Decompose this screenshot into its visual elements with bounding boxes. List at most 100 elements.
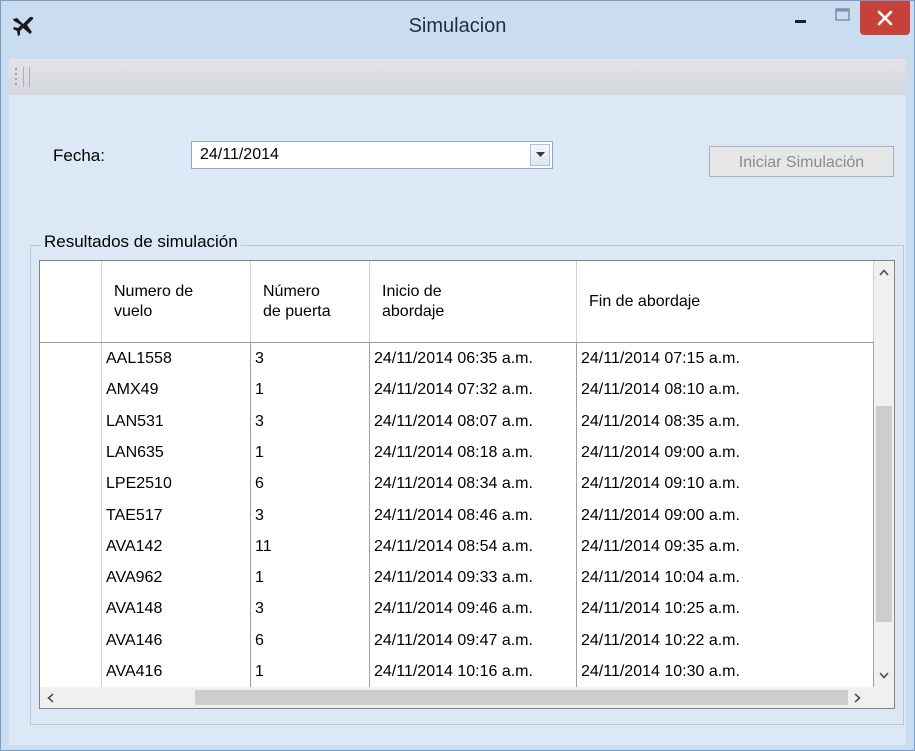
cell-numero-vuelo[interactable]: AVA142 bbox=[102, 530, 251, 564]
table-row[interactable]: AVA416 1 24/11/2014 10:16 a.m. 24/11/2014 1… bbox=[40, 656, 874, 689]
row-header[interactable] bbox=[40, 343, 102, 376]
cell-numero-vuelo[interactable]: AVA416 bbox=[102, 656, 251, 689]
cell-fin-abordaje[interactable]: 24/11/2014 09:00 a.m. bbox=[577, 499, 874, 533]
cell-inicio-abordaje[interactable]: 24/11/2014 06:35 a.m. bbox=[370, 343, 577, 376]
cell-inicio-abordaje[interactable]: 24/11/2014 09:47 a.m. bbox=[370, 624, 577, 658]
cell-fin-abordaje[interactable]: 24/11/2014 09:10 a.m. bbox=[577, 468, 874, 502]
row-header[interactable] bbox=[40, 405, 102, 439]
scroll-down-icon[interactable] bbox=[879, 672, 889, 679]
cell-fin-abordaje[interactable]: 24/11/2014 10:22 a.m. bbox=[577, 624, 874, 658]
cell-fin-abordaje[interactable]: 24/11/2014 09:00 a.m. bbox=[577, 436, 874, 470]
table-row[interactable]: AVA142 11 24/11/2014 08:54 a.m. 24/11/2014 … bbox=[40, 530, 874, 564]
horizontal-scrollbar[interactable] bbox=[40, 687, 874, 708]
column-header-fin-abordaje[interactable]: Fin de abordaje bbox=[577, 261, 874, 342]
cell-numero-vuelo[interactable]: AVA146 bbox=[102, 624, 251, 658]
cell-numero-puerta[interactable]: 1 bbox=[251, 656, 370, 689]
row-header[interactable] bbox=[40, 436, 102, 470]
cell-numero-puerta[interactable]: 6 bbox=[251, 468, 370, 502]
cell-fin-abordaje[interactable]: 24/11/2014 08:10 a.m. bbox=[577, 374, 874, 408]
row-header[interactable] bbox=[40, 562, 102, 596]
cell-numero-vuelo[interactable]: LAN635 bbox=[102, 436, 251, 470]
row-header[interactable] bbox=[40, 468, 102, 502]
column-header-line: abordaje bbox=[382, 302, 445, 320]
table-row[interactable]: AMX49 1 24/11/2014 07:32 a.m. 24/11/2014 08… bbox=[40, 374, 874, 408]
scroll-left-icon[interactable] bbox=[47, 693, 54, 703]
results-data-grid[interactable]: Numero de vuelo Número de puerta Inicio de… bbox=[39, 260, 895, 709]
table-row[interactable]: AAL1558 3 24/11/2014 06:35 a.m. 24/11/2014 … bbox=[40, 343, 874, 376]
table-row[interactable]: AVA962 1 24/11/2014 09:33 a.m. 24/11/2014 1… bbox=[40, 562, 874, 596]
cell-numero-puerta[interactable]: 1 bbox=[251, 562, 370, 596]
cell-inicio-abordaje[interactable]: 24/11/2014 08:07 a.m. bbox=[370, 405, 577, 439]
table-row[interactable]: TAE517 3 24/11/2014 08:46 a.m. 24/11/2014 0… bbox=[40, 499, 874, 533]
cell-inicio-abordaje[interactable]: 24/11/2014 08:54 a.m. bbox=[370, 530, 577, 564]
column-header-inicio-abordaje[interactable]: Inicio de abordaje bbox=[370, 261, 577, 342]
cell-inicio-abordaje[interactable]: 24/11/2014 08:34 a.m. bbox=[370, 468, 577, 502]
cell-inicio-abordaje[interactable]: 24/11/2014 09:33 a.m. bbox=[370, 562, 577, 596]
cell-numero-vuelo[interactable]: LAN531 bbox=[102, 405, 251, 439]
column-header-line: de puerta bbox=[263, 302, 331, 320]
cell-fin-abordaje[interactable]: 24/11/2014 10:30 a.m. bbox=[577, 656, 874, 689]
table-row[interactable]: AVA146 6 24/11/2014 09:47 a.m. 24/11/2014 1… bbox=[40, 624, 874, 658]
fecha-label: Fecha: bbox=[53, 146, 105, 165]
vertical-scroll-thumb[interactable] bbox=[876, 406, 892, 622]
close-button[interactable] bbox=[860, 1, 910, 35]
toolstrip-grip-icon[interactable] bbox=[13, 65, 43, 89]
cell-fin-abordaje[interactable]: 24/11/2014 10:04 a.m. bbox=[577, 562, 874, 596]
cell-inicio-abordaje[interactable]: 24/11/2014 09:46 a.m. bbox=[370, 593, 577, 627]
cell-numero-vuelo[interactable]: AMX49 bbox=[102, 374, 251, 408]
column-header-line: Fin de abordaje bbox=[589, 292, 701, 310]
cell-numero-puerta[interactable]: 1 bbox=[251, 436, 370, 470]
scroll-right-icon[interactable] bbox=[854, 693, 861, 703]
cell-numero-vuelo[interactable]: AVA962 bbox=[102, 562, 251, 596]
maximize-button[interactable] bbox=[824, 1, 860, 35]
scroll-up-icon[interactable] bbox=[879, 269, 889, 276]
column-header-numero-puerta[interactable]: Número de puerta bbox=[251, 261, 370, 342]
column-header-line: Inicio de bbox=[382, 282, 442, 300]
table-row[interactable]: LAN635 1 24/11/2014 08:18 a.m. 24/11/2014 0… bbox=[40, 436, 874, 470]
cell-fin-abordaje[interactable]: 24/11/2014 08:35 a.m. bbox=[577, 405, 874, 439]
cell-numero-vuelo[interactable]: AVA148 bbox=[102, 593, 251, 627]
row-header[interactable] bbox=[40, 624, 102, 658]
date-dropdown-button[interactable] bbox=[530, 144, 550, 166]
cell-fin-abordaje[interactable]: 24/11/2014 09:35 a.m. bbox=[577, 530, 874, 564]
vertical-scrollbar[interactable] bbox=[874, 261, 894, 687]
iniciar-simulacion-button[interactable]: Iniciar Simulación bbox=[709, 146, 894, 177]
column-header-line: Número bbox=[263, 282, 320, 300]
cell-inicio-abordaje[interactable]: 24/11/2014 08:18 a.m. bbox=[370, 436, 577, 470]
cell-inicio-abordaje[interactable]: 24/11/2014 08:46 a.m. bbox=[370, 499, 577, 533]
table-row[interactable]: AVA148 3 24/11/2014 09:46 a.m. 24/11/2014 1… bbox=[40, 593, 874, 627]
cell-fin-abordaje[interactable]: 24/11/2014 10:25 a.m. bbox=[577, 593, 874, 627]
cell-numero-vuelo[interactable]: TAE517 bbox=[102, 499, 251, 533]
column-header-line: vuelo bbox=[114, 302, 153, 320]
cell-fin-abordaje[interactable]: 24/11/2014 07:15 a.m. bbox=[577, 343, 874, 376]
cell-inicio-abordaje[interactable]: 24/11/2014 10:16 a.m. bbox=[370, 656, 577, 689]
maximize-icon bbox=[835, 8, 850, 21]
row-header[interactable] bbox=[40, 499, 102, 533]
minimize-button[interactable] bbox=[778, 1, 824, 35]
row-header[interactable] bbox=[40, 656, 102, 689]
cell-numero-puerta[interactable]: 6 bbox=[251, 624, 370, 658]
cell-numero-puerta[interactable]: 1 bbox=[251, 374, 370, 408]
row-header[interactable] bbox=[40, 374, 102, 408]
row-header[interactable] bbox=[40, 593, 102, 627]
cell-numero-vuelo[interactable]: LPE2510 bbox=[102, 468, 251, 502]
cell-numero-vuelo[interactable]: AAL1558 bbox=[102, 343, 251, 376]
cell-numero-puerta[interactable]: 3 bbox=[251, 405, 370, 439]
cell-numero-puerta[interactable]: 3 bbox=[251, 343, 370, 376]
cell-numero-puerta[interactable]: 3 bbox=[251, 593, 370, 627]
column-header-line: Numero de bbox=[114, 282, 194, 300]
grid-corner-header[interactable] bbox=[40, 261, 102, 342]
fecha-value: 24/11/2014 bbox=[200, 146, 279, 163]
title-bar[interactable]: Simulacion bbox=[1, 1, 914, 51]
scrollbar-corner bbox=[874, 687, 894, 708]
fecha-date-picker[interactable]: 24/11/2014 bbox=[191, 141, 553, 169]
cell-inicio-abordaje[interactable]: 24/11/2014 07:32 a.m. bbox=[370, 374, 577, 408]
row-header[interactable] bbox=[40, 530, 102, 564]
cell-numero-puerta[interactable]: 3 bbox=[251, 499, 370, 533]
horizontal-scroll-thumb[interactable] bbox=[195, 690, 848, 705]
cell-numero-puerta[interactable]: 11 bbox=[251, 530, 370, 564]
close-icon bbox=[877, 10, 893, 26]
table-row[interactable]: LAN531 3 24/11/2014 08:07 a.m. 24/11/2014 0… bbox=[40, 405, 874, 439]
column-header-numero-vuelo[interactable]: Numero de vuelo bbox=[102, 261, 251, 342]
table-row[interactable]: LPE2510 6 24/11/2014 08:34 a.m. 24/11/2014 … bbox=[40, 468, 874, 502]
